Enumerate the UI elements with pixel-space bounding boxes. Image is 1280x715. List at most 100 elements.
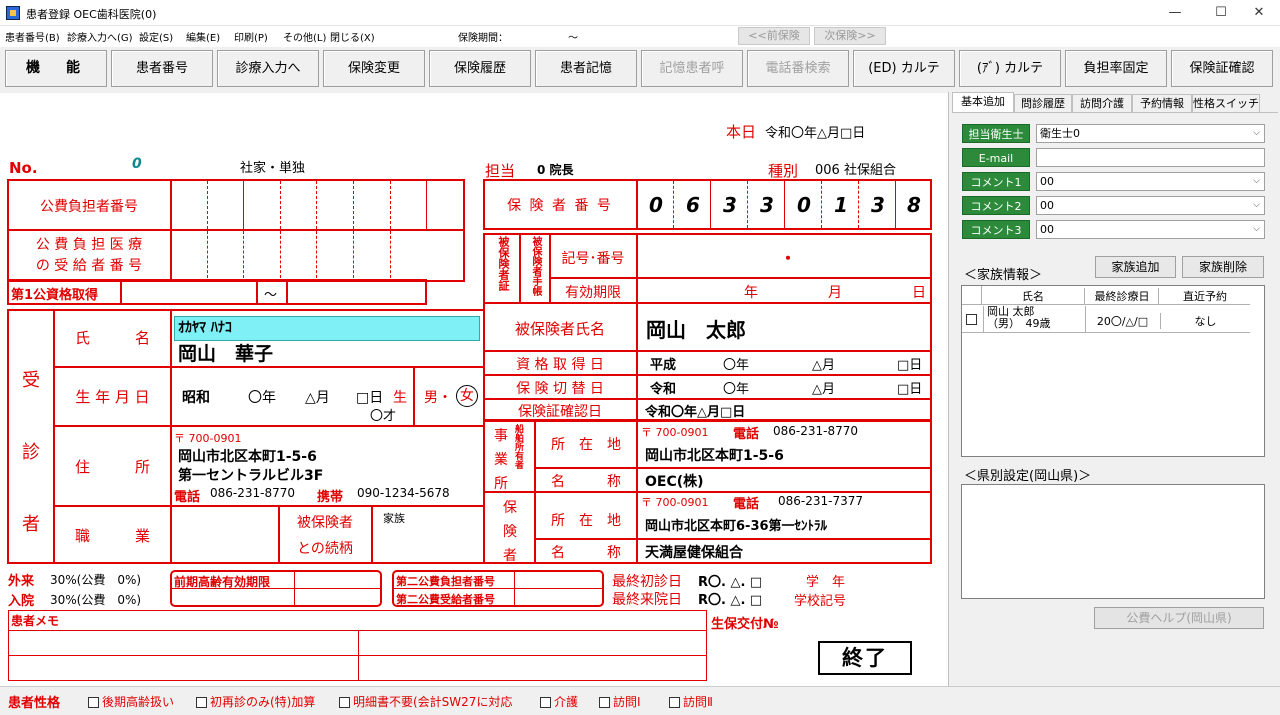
relation-value: 家族 [383, 512, 405, 525]
employer-addr: 岡山市北区本町1-5-6 [645, 448, 784, 464]
recall-patient-button[interactable]: 記憶患者呼 [641, 50, 743, 87]
acq-year: 〇年 [723, 358, 750, 373]
function-button[interactable]: 機 能 [5, 50, 107, 87]
employer-side-char-2: 業 [494, 452, 508, 468]
patient-no-button[interactable]: 患者番号 [111, 50, 213, 87]
ed-chart-button[interactable]: (ED) カルテ [853, 50, 955, 87]
tab-reservation[interactable]: 予約情報 [1132, 94, 1192, 112]
trait-late-elderly-checkbox[interactable] [88, 697, 99, 708]
acq-month: △月 [812, 358, 835, 373]
menu-treatment[interactable]: 診療入力へ(G) [67, 29, 133, 44]
employer-addr-label: 所 在 地 [551, 437, 621, 453]
insurance-change-button[interactable]: 保険変更 [323, 50, 425, 87]
family-col-next: 直近予約 [1183, 290, 1227, 303]
dob-birth-label: 生 [393, 390, 407, 406]
employer-side-label2: 船舶所有者 [513, 424, 523, 469]
employer-side-label: 事 業 所 [491, 424, 511, 496]
comment3-select[interactable]: 00 ⌵ [1036, 220, 1265, 239]
menu-patient-no[interactable]: 患者番号(B) [5, 29, 60, 44]
trait-no-statement-checkbox[interactable] [339, 697, 350, 708]
insurer-tel-value: 086-231-7377 [778, 494, 864, 508]
trait-care[interactable]: 介護 [540, 693, 578, 710]
family-delete-button[interactable]: 家族削除 [1182, 256, 1264, 278]
hygienist-label: 担当衛生士 [962, 124, 1030, 143]
end-button[interactable]: 終了 [818, 641, 912, 675]
trait-care-checkbox[interactable] [540, 697, 551, 708]
menu-close[interactable]: 閉じる(X) [330, 29, 375, 44]
trait-initial-special-checkbox[interactable] [196, 697, 207, 708]
trait-late-elderly[interactable]: 後期高齢扱い [88, 693, 174, 710]
job-label: 職 業 [74, 527, 150, 545]
family-row-name-2: （男） 49歳 [987, 317, 1051, 330]
insurance-period-label: 保険期間： [458, 33, 508, 44]
next-insurance-button[interactable]: 次保険>> [814, 27, 886, 45]
insurance-type-left: 社家・単独 [240, 161, 306, 176]
trait-visit1[interactable]: 訪問Ⅰ [599, 693, 641, 710]
family-add-button[interactable]: 家族追加 [1095, 256, 1176, 278]
hygienist-select[interactable]: 衛生士0 ⌵ [1036, 124, 1265, 143]
email-field[interactable] [1036, 148, 1265, 167]
sex-male-option[interactable]: 男・ [424, 387, 452, 407]
trait-initial-special-label: 初再診のみ(特)加算 [210, 695, 316, 709]
trait-initial-special[interactable]: 初再診のみ(特)加算 [196, 693, 315, 710]
trait-visit2[interactable]: 訪問Ⅱ [669, 693, 713, 710]
first-public-acq-label: 第1公資格取得 [11, 288, 99, 303]
patient-memory-button[interactable]: 患者記憶 [535, 50, 637, 87]
family-row-next: なし [1160, 313, 1250, 329]
no-label: No. [9, 159, 38, 177]
tab-visit-care[interactable]: 訪問介護 [1072, 94, 1132, 112]
family-table-row[interactable]: 岡山 太郎 （男） 49歳 20〇/△/□ なし [962, 305, 1250, 333]
last-first-visit-label: 最終初診日 [612, 574, 682, 590]
kana-name-input[interactable]: ｵｶﾔﾏ ﾊﾅｺ [174, 316, 480, 341]
minimize-button[interactable]: — [1152, 0, 1198, 26]
employer-side-char-3: 所 [494, 476, 508, 492]
comment2-label: コメント2 [962, 196, 1030, 215]
employer-name-label: 名 称 [551, 474, 621, 490]
menu-settings[interactable]: 設定(S) [139, 29, 173, 44]
address-label: 住 所 [74, 458, 150, 476]
insurer-digit-2: 6 [686, 193, 700, 217]
insurer-digit-1: 0 [649, 193, 663, 217]
tab-personality-switch[interactable]: 性格スイッチ [1192, 94, 1260, 112]
burden-fix-button[interactable]: 負担率固定 [1065, 50, 1167, 87]
comment1-select[interactable]: 00 ⌵ [1036, 172, 1265, 191]
acq-label: 資 格 取 得 日 [516, 357, 604, 373]
patient-tel-label: 電話 [174, 490, 201, 505]
patient-name-label: 氏 名 [74, 329, 150, 347]
insurer-tel-label: 電話 [733, 497, 760, 512]
insurer-side-char-1: 保 [503, 500, 517, 516]
kohi-help-button[interactable]: 公費ヘルプ(岡山県) [1094, 607, 1264, 629]
sex-female-option[interactable]: 女 [456, 385, 478, 407]
window-title: 患者登録 OEC歯科医院(0) [26, 8, 157, 21]
insured-handbook-side-label: 被保険者手帳 [530, 236, 541, 296]
tab-basic-add[interactable]: 基本追加 [952, 92, 1014, 113]
title-bar: 患者登録 OEC歯科医院(0) — ☐ ✕ [0, 0, 1280, 26]
phone-search-button[interactable]: 電話番検索 [747, 50, 849, 87]
menu-other[interactable]: その他(L) [283, 29, 326, 44]
koki-label: 前期高齢有効期限 [174, 575, 271, 589]
patient-name-value: 岡山 華子 [178, 343, 274, 365]
trait-no-statement[interactable]: 明細書不要(会計SW27に対応 [339, 693, 512, 710]
menu-print[interactable]: 印刷(P) [234, 29, 268, 44]
family-row-name: 岡山 太郎 （男） 49歳 [983, 306, 1086, 332]
family-row-checkbox[interactable] [966, 314, 977, 325]
family-col-last: 最終診療日 [1086, 288, 1159, 304]
school-label: 学校記号 [794, 594, 847, 609]
trait-visit2-checkbox[interactable] [669, 697, 680, 708]
menu-edit[interactable]: 編集(E) [186, 29, 220, 44]
comment1-select-value: 00 [1040, 175, 1054, 188]
close-button[interactable]: ✕ [1236, 0, 1280, 26]
first-public-acq-sep: ～ [264, 288, 278, 303]
insurance-confirm-button[interactable]: 保険証確認 [1171, 50, 1273, 87]
employer-tel-value: 086-231-8770 [773, 424, 859, 438]
prev-insurance-button[interactable]: <<前保険 [738, 27, 810, 45]
trait-visit1-checkbox[interactable] [599, 697, 610, 708]
insurance-history-button[interactable]: 保険履歴 [429, 50, 531, 87]
app-icon [6, 6, 20, 20]
a-chart-button[interactable]: (ｱﾞ) カルテ [959, 50, 1061, 87]
patient-side-label: 受 診 者 [19, 345, 43, 561]
trait-visit2-label: 訪問Ⅱ [683, 695, 713, 709]
comment2-select[interactable]: 00 ⌵ [1036, 196, 1265, 215]
treatment-button[interactable]: 診療入力へ [217, 50, 319, 87]
tab-interview-history[interactable]: 問診履歴 [1014, 94, 1072, 112]
